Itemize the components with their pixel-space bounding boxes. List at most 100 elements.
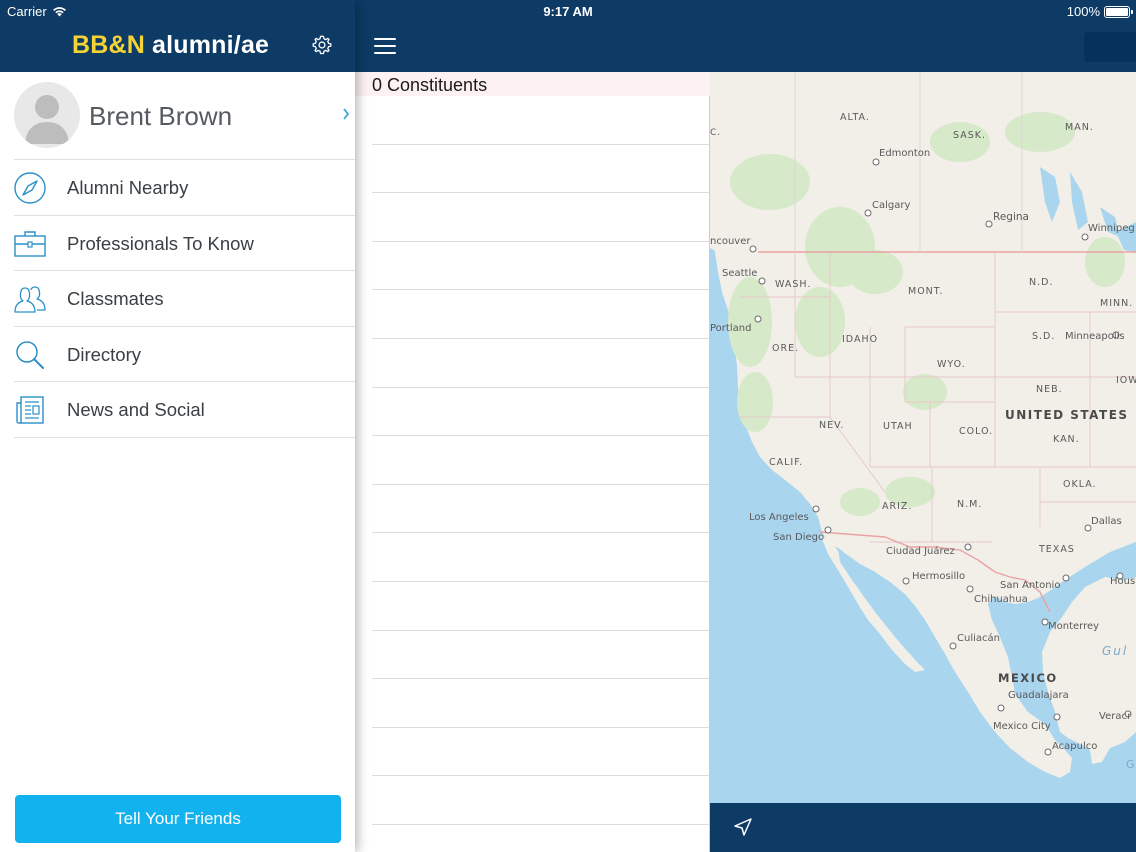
map-label: OKLA. xyxy=(1063,479,1097,490)
map-label: Winnipeg xyxy=(1088,223,1135,234)
map-label: Los Angeles xyxy=(749,512,809,523)
battery-icon xyxy=(1104,5,1133,18)
map-label: TEXAS xyxy=(1038,544,1075,555)
status-battery: 100% xyxy=(1066,4,1133,19)
map-label: ARIZ. xyxy=(882,501,912,512)
map-label: ORE. xyxy=(772,343,799,354)
map-label: NEV. xyxy=(819,420,844,431)
map-pane: C. ALTA. SASK. MAN. Edmonton Calgary Reg… xyxy=(710,0,1136,852)
map-label: Guadalajara xyxy=(1008,690,1069,701)
map-label: WASH. xyxy=(775,279,811,290)
list-item xyxy=(372,436,710,485)
list-item xyxy=(372,290,710,339)
hamburger-menu-icon[interactable] xyxy=(374,38,396,54)
menu-item-label: News and Social xyxy=(67,399,205,420)
map-footer xyxy=(710,803,1136,852)
profile-row[interactable]: Brent Brown xyxy=(0,72,355,160)
map-label: C. xyxy=(710,128,721,138)
map-label: MONT. xyxy=(908,286,943,297)
map-label: IDAHO xyxy=(842,334,878,345)
menu-item-alumni-nearby[interactable]: Alumni Nearby xyxy=(0,160,355,216)
menu-item-label: Alumni Nearby xyxy=(67,177,189,198)
map-label: MINN. xyxy=(1100,298,1133,309)
map-canvas[interactable]: C. ALTA. SASK. MAN. Edmonton Calgary Reg… xyxy=(710,72,1136,803)
carrier-label: Carrier xyxy=(7,4,47,19)
map-label: UNITED STATES xyxy=(1005,408,1129,422)
map-label: MAN. xyxy=(1065,122,1094,133)
map-label: Monterrey xyxy=(1048,621,1099,632)
status-time: 9:17 AM xyxy=(543,4,593,19)
list-item xyxy=(372,242,710,291)
menu-item-professionals[interactable]: Professionals To Know xyxy=(0,216,355,272)
menu-item-label: Directory xyxy=(67,343,142,365)
tell-friends-button[interactable]: Tell Your Friends xyxy=(15,795,341,843)
map-label: S.D. xyxy=(1032,331,1055,342)
brand-name: alumni/ae xyxy=(152,31,270,59)
menu-list: Alumni Nearby Professionals To Know Clas… xyxy=(0,160,355,438)
map-label: Portland xyxy=(710,323,751,334)
list-item xyxy=(372,776,710,825)
constituents-count: 0 Constituents xyxy=(372,75,488,95)
menu-item-directory[interactable]: Directory xyxy=(0,327,355,383)
list-item xyxy=(372,339,710,388)
newspaper-icon xyxy=(16,396,44,424)
map-label: SASK. xyxy=(953,130,986,141)
constituents-list[interactable] xyxy=(372,96,710,825)
profile-name: Brent Brown xyxy=(89,101,233,131)
briefcase-icon xyxy=(14,230,46,257)
list-item xyxy=(372,145,710,194)
map-label: G xyxy=(1126,758,1135,771)
wifi-icon xyxy=(52,7,66,17)
list-item xyxy=(372,388,710,437)
side-menu: BB&N alumni/ae Brent Brown Alumni Nearby… xyxy=(0,0,355,852)
list-item xyxy=(372,728,710,777)
chevron-right-icon xyxy=(343,108,350,120)
map-label: Mexico City xyxy=(993,721,1051,732)
map-label: San Diego xyxy=(773,532,824,543)
search-icon xyxy=(16,340,44,369)
map-label: Regina xyxy=(993,211,1029,223)
map-label: Hermosillo xyxy=(912,571,965,582)
avatar-placeholder-icon xyxy=(25,95,69,144)
menu-item-news-social[interactable]: News and Social xyxy=(0,382,355,438)
gear-icon[interactable] xyxy=(311,34,333,56)
map-label: KAN. xyxy=(1053,434,1080,445)
people-icon xyxy=(14,286,46,313)
menu-item-label: Classmates xyxy=(67,288,164,309)
avatar xyxy=(14,82,80,148)
status-carrier: Carrier xyxy=(7,4,67,19)
map-view[interactable]: C. ALTA. SASK. MAN. Edmonton Calgary Reg… xyxy=(710,72,1136,803)
battery-percent: 100% xyxy=(1066,4,1100,19)
brand-accent: BB&N xyxy=(72,31,146,59)
map-label: UTAH xyxy=(883,421,913,432)
map-label: Calgary xyxy=(872,200,910,211)
constituents-list-pane: 0 Constituents xyxy=(355,0,710,852)
map-label: Gul xyxy=(1102,644,1128,658)
map-label: Ciudad Juárez xyxy=(886,545,955,557)
map-label: Acapulco xyxy=(1052,741,1097,752)
map-label: Culiacán xyxy=(957,632,1000,644)
brand-title: BB&N alumni/ae xyxy=(72,31,269,60)
map-label: Dallas xyxy=(1091,516,1122,527)
menu-item-classmates[interactable]: Classmates xyxy=(0,271,355,327)
list-item xyxy=(372,582,710,631)
list-item xyxy=(372,193,710,242)
location-arrow-icon[interactable] xyxy=(732,816,754,838)
list-item xyxy=(372,533,710,582)
map-label: COLO. xyxy=(959,426,993,437)
menu-item-label: Professionals To Know xyxy=(67,232,254,254)
list-item xyxy=(372,485,710,534)
map-label: Seattle xyxy=(722,268,757,279)
map-label: N.M. xyxy=(957,499,982,510)
map-label: IOW xyxy=(1116,375,1136,386)
map-header-button[interactable] xyxy=(1084,32,1136,62)
map-label: Chihuahua xyxy=(974,594,1028,605)
list-item xyxy=(372,96,710,145)
map-label: MEXICO xyxy=(998,671,1058,685)
status-bar: Carrier 9:17 AM 100% xyxy=(0,0,1136,24)
map-label: Edmonton xyxy=(879,148,930,159)
map-label: N.D. xyxy=(1029,277,1053,288)
list-count-bar: 0 Constituents xyxy=(355,72,710,96)
list-item xyxy=(372,679,710,728)
compass-icon xyxy=(14,172,46,204)
